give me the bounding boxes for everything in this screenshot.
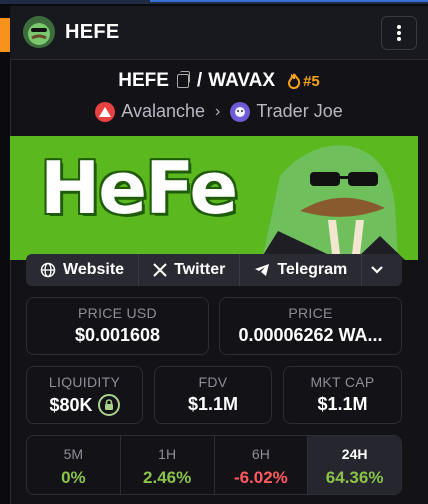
chain-name[interactable]: Avalanche <box>121 101 205 122</box>
base-symbol: HEFE <box>118 70 169 91</box>
chevron-right-icon: › <box>215 102 221 120</box>
twitter-link[interactable]: Twitter <box>139 254 241 286</box>
telegram-label: Telegram <box>277 261 348 278</box>
header-title: HEFE <box>65 21 120 43</box>
avalanche-icon <box>95 101 116 122</box>
price-usd-card: PRICE USD $0.001608 <box>26 297 209 355</box>
active-tab-indicator <box>0 18 10 52</box>
top-strip <box>0 0 428 4</box>
dex-name[interactable]: Trader Joe <box>256 101 342 122</box>
lock-icon[interactable] <box>97 394 120 416</box>
change-label: 24H <box>341 446 368 462</box>
website-link[interactable]: Website <box>26 254 140 286</box>
price-usd-label: PRICE USD <box>78 305 157 321</box>
liquidity-row: $80K <box>27 394 142 416</box>
copy-icon[interactable] <box>176 71 190 88</box>
liquidity-label: LIQUIDITY <box>48 374 121 390</box>
change-label: 1H <box>158 446 177 462</box>
market-cap-card: MKT CAP $1.1M <box>283 366 402 424</box>
pair-title: HEFE / WAVAX #5 <box>10 70 428 92</box>
rank-value: #5 <box>303 72 320 90</box>
x-logo-icon <box>153 263 167 277</box>
twitter-label: Twitter <box>174 261 226 278</box>
fdv-card: FDV $1.1M <box>154 366 272 424</box>
change-tab-5m[interactable]: 5M 0% <box>27 436 121 494</box>
panel-header: HEFE <box>10 6 428 60</box>
chevron-down-icon <box>371 266 384 274</box>
website-label: Website <box>63 261 125 278</box>
telegram-link[interactable]: Telegram <box>240 254 363 286</box>
change-label: 5M <box>63 446 84 462</box>
price-native-card: PRICE 0.00006262 WA... <box>219 297 402 355</box>
walrus-mascot-image <box>260 145 405 260</box>
pair-separator: / <box>196 70 203 91</box>
social-links-bar: Website Twitter Telegram <box>26 254 402 286</box>
price-change-tabs: 5M 0% 1H 2.46% 6H -6.02% 24H 64.36% <box>26 435 402 495</box>
change-tab-6h[interactable]: 6H -6.02% <box>215 436 309 494</box>
kebab-menu-icon <box>397 25 401 41</box>
quote-symbol: WAVAX <box>208 70 276 91</box>
fdv-label: FDV <box>198 374 228 390</box>
token-avatar <box>23 16 55 48</box>
change-value: -6.02% <box>233 468 288 487</box>
telegram-icon <box>255 264 270 276</box>
market-cap-value: $1.1M <box>317 394 368 414</box>
change-label: 6H <box>251 446 270 462</box>
change-tab-24h[interactable]: 24H 64.36% <box>308 436 401 494</box>
change-value: 0% <box>61 468 86 487</box>
globe-icon <box>40 262 56 278</box>
change-tab-1h[interactable]: 1H 2.46% <box>121 436 215 494</box>
fdv-value: $1.1M <box>187 394 239 414</box>
more-options-button[interactable] <box>381 16 417 50</box>
price-native-label: PRICE <box>288 305 333 321</box>
chain-breadcrumb: Avalanche › Trader Joe <box>10 101 428 122</box>
liquidity-card: LIQUIDITY $80K <box>26 366 143 424</box>
change-value: 64.36% <box>325 468 384 487</box>
trader-joe-icon <box>230 101 251 122</box>
liquidity-value: $80K <box>49 394 93 415</box>
change-value: 2.46% <box>143 468 192 487</box>
price-native-value: 0.00006262 WA... <box>238 325 383 345</box>
flame-icon <box>288 73 301 89</box>
price-usd-value: $0.001608 <box>74 325 161 345</box>
market-cap-label: MKT CAP <box>310 374 375 390</box>
trending-rank[interactable]: #5 <box>287 73 320 90</box>
more-links-button[interactable] <box>362 254 392 286</box>
token-banner: HeFe <box>10 136 418 260</box>
